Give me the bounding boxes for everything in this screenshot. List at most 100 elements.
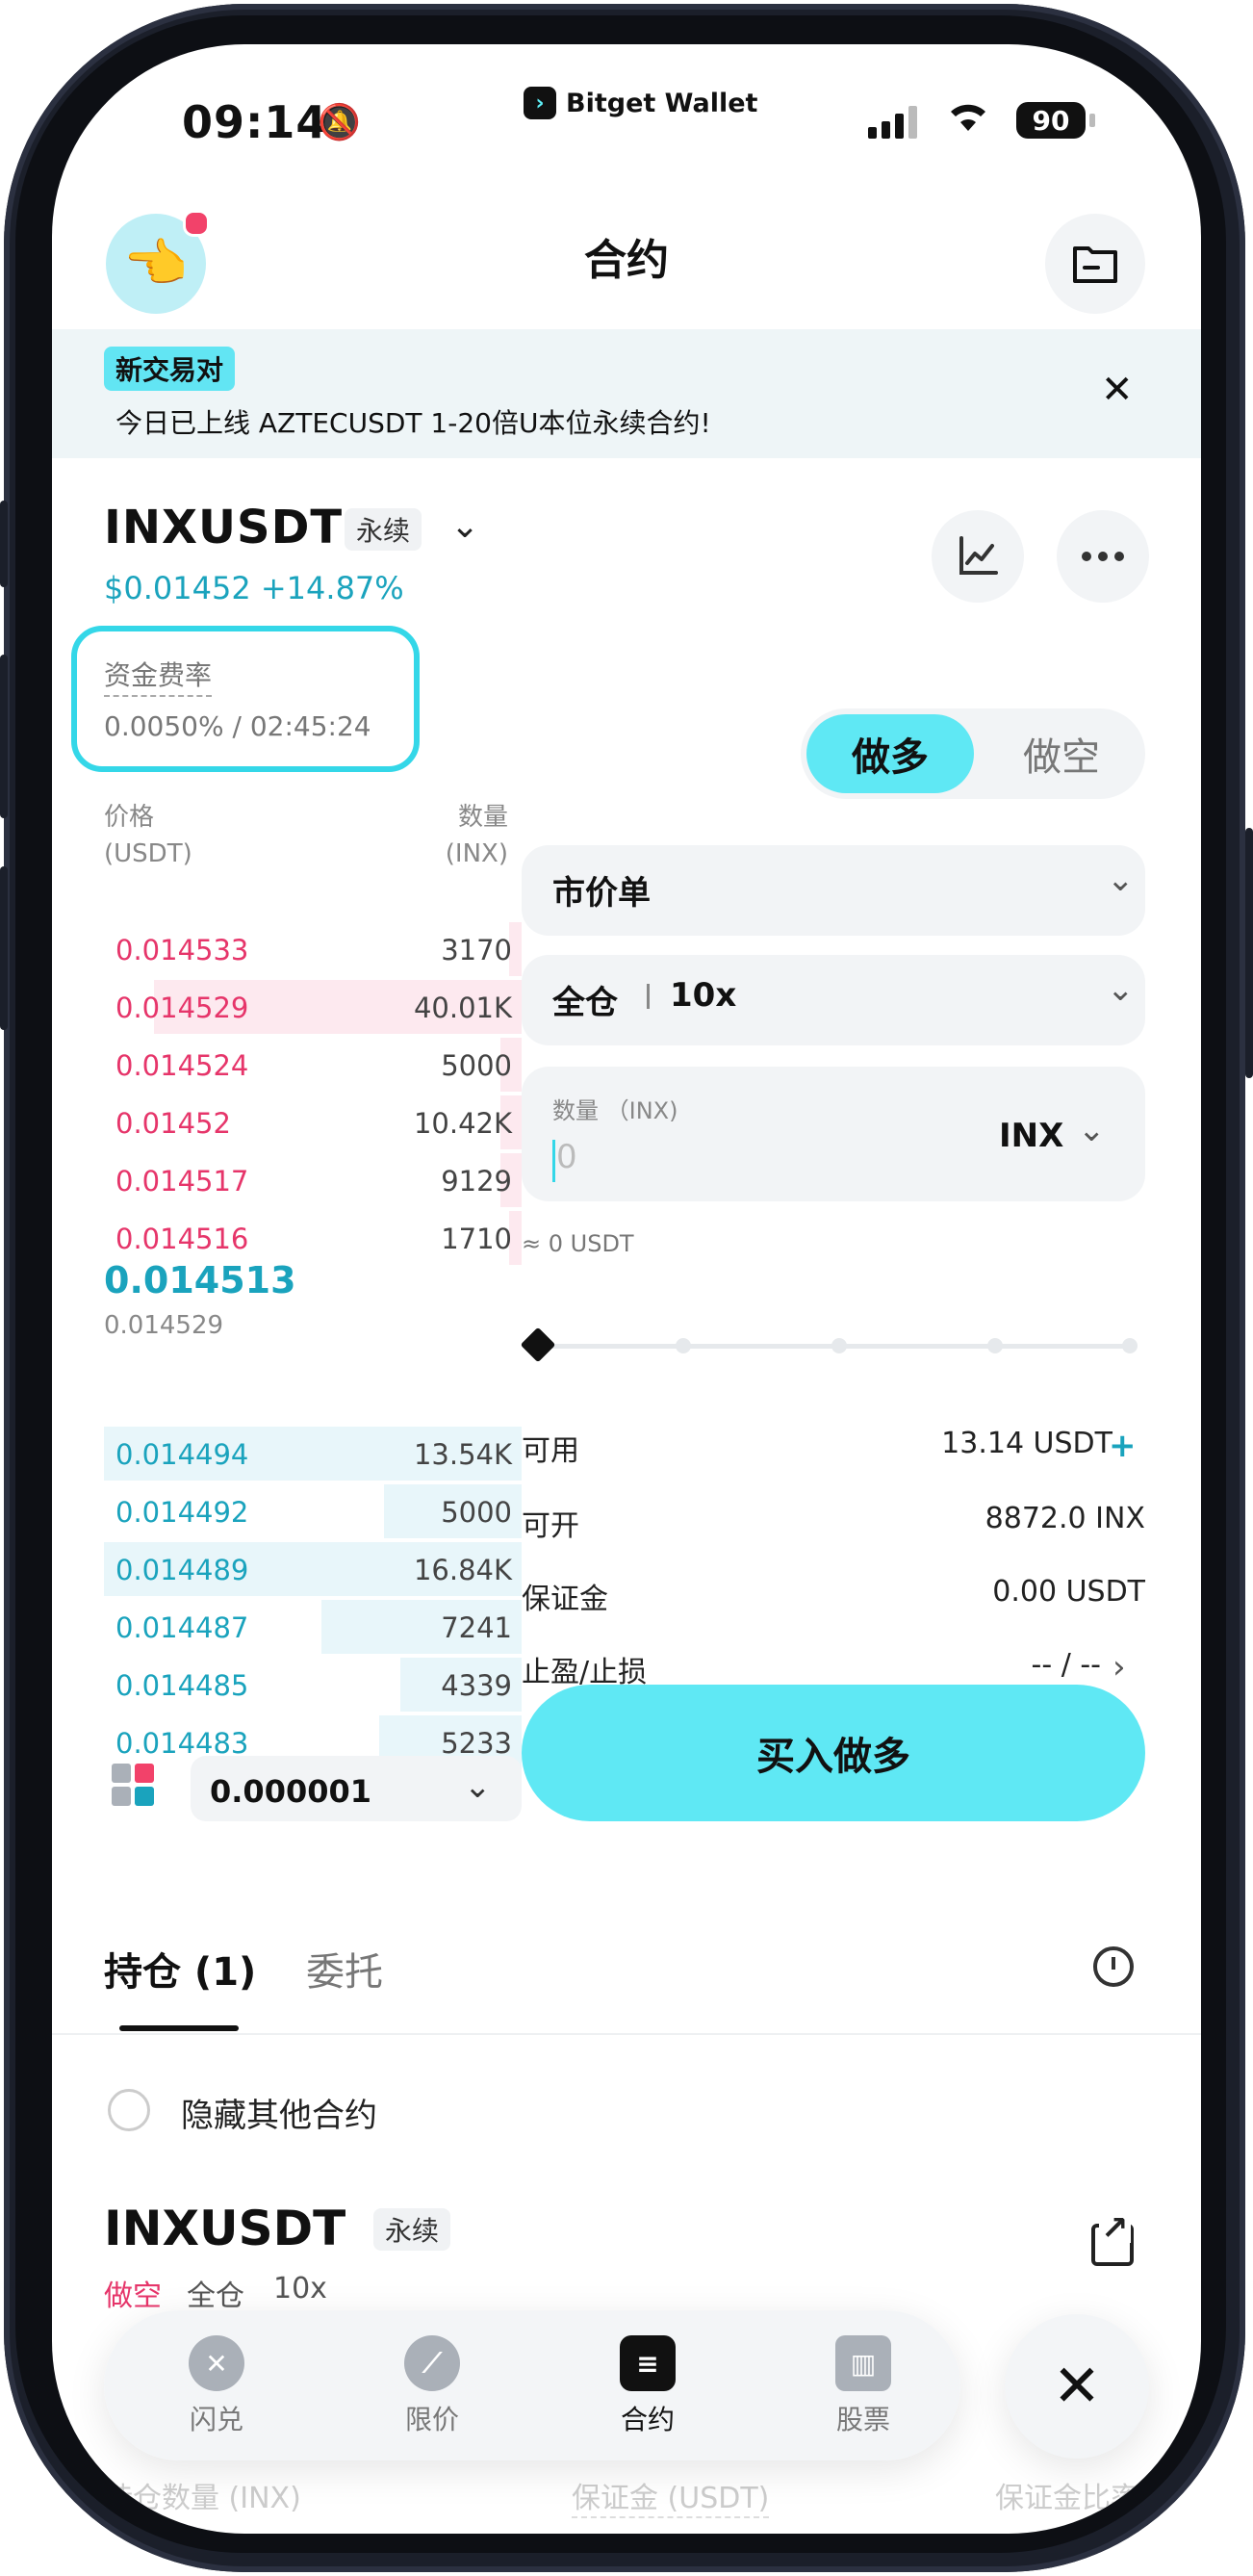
ask-row[interactable]: 0.014533 3170 [104, 922, 522, 976]
ask-row[interactable]: 0.014516 1710 [104, 1211, 522, 1265]
close-icon[interactable]: ✕ [1101, 368, 1134, 412]
nav-item-limit[interactable]: ⟋ 限价 [370, 2335, 495, 2437]
orderbook-qty: 5000 [441, 1049, 512, 1082]
chart-button[interactable] [932, 510, 1024, 603]
qty-header-unit: (INX) [445, 839, 508, 868]
bitget-logo-icon: › [524, 87, 556, 119]
bid-row[interactable]: 0.014489 16.84K [104, 1542, 522, 1596]
funding-rate-value: 0.0050% / 02:45:24 [104, 710, 371, 742]
buy-long-button[interactable]: 买入做多 [522, 1685, 1145, 1821]
bid-row[interactable]: 0.014485 4339 [104, 1658, 522, 1712]
active-tab-indicator [119, 2025, 239, 2031]
chevron-down-icon[interactable]: ⌄ [1078, 1111, 1106, 1149]
chevron-right-icon[interactable]: › [1112, 1648, 1126, 1687]
nav-item-futures[interactable]: ≡ 合约 [585, 2330, 710, 2437]
brand: › Bitget Wallet [524, 87, 757, 119]
chevron-down-icon[interactable]: ⌄ [450, 506, 479, 546]
funding-rate-highlight [71, 626, 420, 772]
chevron-down-icon: ⌄ [1107, 861, 1135, 899]
add-funds-icon[interactable]: + [1109, 1427, 1137, 1465]
orderbook-price: 0.01452 [115, 1107, 231, 1140]
pair-symbol[interactable]: INXUSDT [104, 501, 343, 554]
hide-others-radio[interactable] [108, 2089, 150, 2131]
orderbook-price: 0.014485 [115, 1669, 249, 1702]
divider [647, 984, 650, 1009]
funding-rate-label[interactable]: 资金费率 [104, 655, 213, 697]
battery-tip [1089, 114, 1095, 127]
qty-header-label: 数量 [457, 803, 508, 832]
slider-step[interactable] [1122, 1338, 1138, 1353]
orderbook-price: 0.014487 [115, 1611, 249, 1644]
perpetual-badge: 永续 [345, 508, 422, 551]
slider-step[interactable] [676, 1338, 691, 1353]
orderbook-qty: 5000 [441, 1496, 512, 1529]
divider [52, 2033, 1201, 2035]
short-tab[interactable]: 做空 [978, 714, 1145, 793]
orderbook-price: 0.014483 [115, 1727, 249, 1760]
tpsl-value[interactable]: -- / -- [1032, 1648, 1101, 1682]
volume-down-button [0, 866, 8, 1030]
orderbook-price: 0.014516 [115, 1223, 249, 1255]
banner-tag: 新交易对 [104, 347, 236, 391]
margin-label: 保证金 [522, 1583, 608, 1616]
battery-icon: 90 [1016, 102, 1086, 139]
bid-row[interactable]: 0.014494 13.54K [104, 1427, 522, 1481]
history-clock-icon[interactable] [1093, 1946, 1134, 1987]
bell-muted-icon: 🔕 [318, 103, 361, 142]
openable-label: 可开 [522, 1509, 579, 1543]
mark-price: 0.014529 [104, 1311, 224, 1340]
nav-item-stocks[interactable]: ▥ 股票 [801, 2335, 926, 2437]
orderbook-price: 0.014529 [115, 992, 249, 1024]
position-perpetual-badge: 永续 [373, 2208, 451, 2251]
ask-row[interactable]: 0.014517 9129 [104, 1153, 522, 1207]
more-button[interactable] [1057, 510, 1149, 603]
orderbook-qty: 5233 [441, 1727, 512, 1760]
brand-name: Bitget Wallet [566, 88, 758, 118]
nav-label: 合约 [620, 2404, 675, 2435]
long-tab[interactable]: 做多 [806, 714, 974, 793]
order-type-value: 市价单 [552, 874, 651, 913]
quantity-unit-select[interactable]: INX [999, 1117, 1063, 1155]
ask-row[interactable]: 0.01452 10.42K [104, 1095, 522, 1149]
share-icon[interactable]: ↗ [1099, 2212, 1131, 2245]
position-qty-label: 持仓数量 (INX) [104, 2482, 301, 2515]
margin-value: 0.00 USDT [992, 1575, 1145, 1609]
orderbook-qty: 9129 [441, 1165, 512, 1198]
slider-handle[interactable] [520, 1327, 556, 1363]
position-side: 做空 [104, 2280, 162, 2313]
quantity-label: 数量 （INX) [552, 1097, 678, 1124]
orderbook-qty: 4339 [441, 1669, 512, 1702]
slider-step[interactable] [831, 1338, 847, 1353]
text-cursor [552, 1140, 555, 1182]
precision-value: 0.000001 [210, 1773, 372, 1810]
status-bar: 09:14 🔕 › Bitget Wallet 90 [52, 44, 1201, 189]
nav-item-swap[interactable]: ✕ 闪兑 [154, 2335, 279, 2437]
ask-row[interactable]: 0.014524 5000 [104, 1038, 522, 1092]
orderbook-qty-header: 数量 (INX) [408, 799, 508, 872]
price-header-unit: (USDT) [104, 839, 192, 868]
hide-others-label[interactable]: 隐藏其他合约 [181, 2089, 377, 2136]
slider-step[interactable] [987, 1338, 1003, 1353]
tab-orders[interactable]: 委托 [306, 1941, 383, 1996]
chevron-down-icon: ⌄ [464, 1767, 492, 1806]
quantity-value[interactable]: 0 [556, 1138, 577, 1176]
tab-positions[interactable]: 持仓 (1) [104, 1941, 256, 1996]
openable-value: 8872.0 INX [984, 1502, 1145, 1535]
futures-icon: ≡ [620, 2330, 681, 2391]
bid-row[interactable]: 0.014492 5000 [104, 1484, 522, 1538]
folder-button[interactable] [1045, 214, 1145, 314]
orderbook-price: 0.014489 [115, 1554, 249, 1586]
available-value: 13.14 USDT [941, 1427, 1112, 1460]
nav-label: 股票 [835, 2404, 890, 2435]
orderbook-qty: 16.84K [413, 1554, 512, 1586]
close-button[interactable]: ✕ [1005, 2314, 1149, 2459]
bid-row[interactable]: 0.014487 7241 [104, 1600, 522, 1654]
orderbook-qty: 1710 [441, 1223, 512, 1255]
orderbook-price: 0.014494 [115, 1438, 249, 1471]
device-frame: 09:14 🔕 › Bitget Wallet 90 👈 合约 新交易对 今日已… [0, 0, 1253, 2576]
ask-row[interactable]: 0.014529 40.01K [104, 980, 522, 1034]
pair-price-change: $0.01452 +14.87% [104, 570, 404, 606]
orderbook-qty: 7241 [441, 1611, 512, 1644]
depth-layout-icon[interactable] [112, 1764, 158, 1810]
power-button [1245, 828, 1253, 1078]
